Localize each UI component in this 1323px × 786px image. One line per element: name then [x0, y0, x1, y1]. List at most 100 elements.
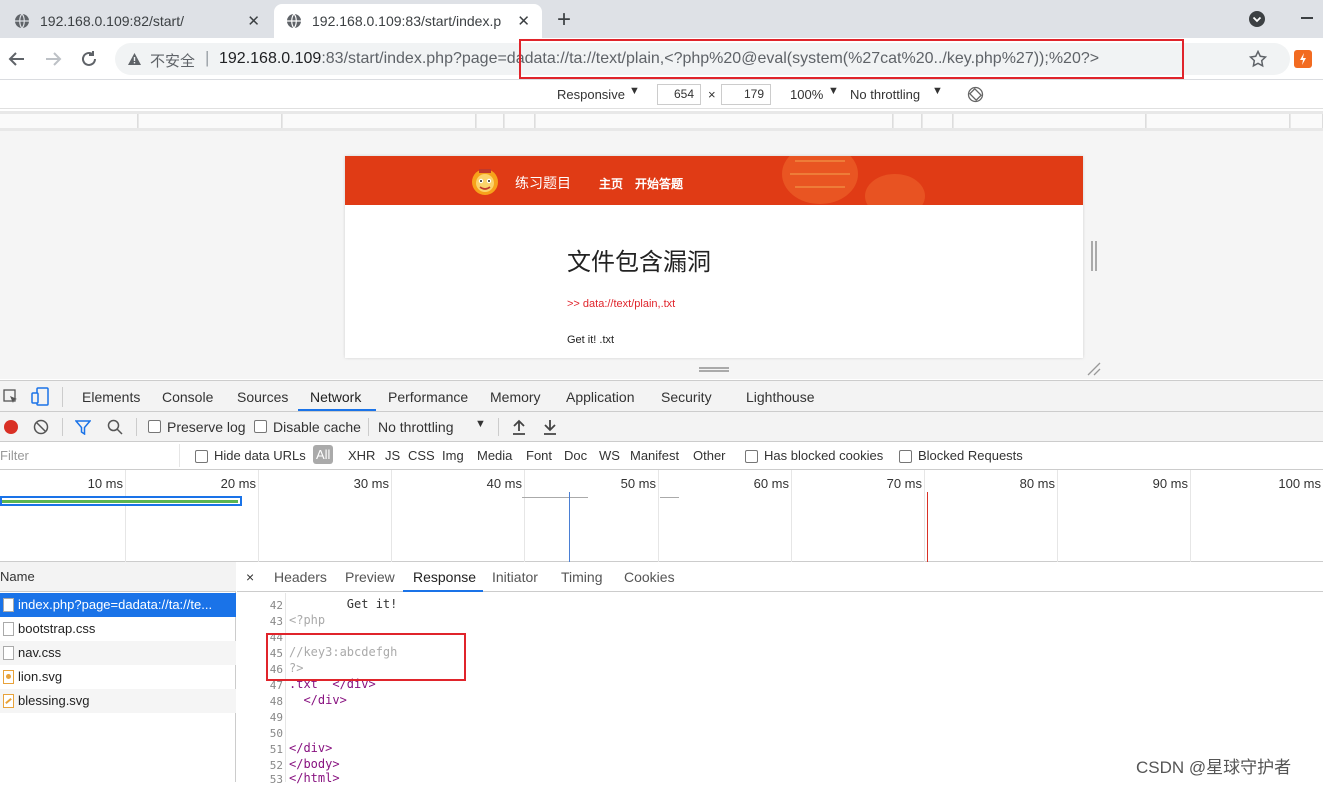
request-row[interactable]: nav.css [0, 641, 236, 665]
tab-lighthouse[interactable]: Lighthouse [746, 389, 815, 405]
resize-handle-right[interactable] [1091, 241, 1097, 271]
tab-preview[interactable]: Preview [345, 569, 395, 585]
ruler-segment[interactable] [1147, 114, 1290, 128]
filter-icon[interactable] [75, 420, 91, 435]
request-bar-selected[interactable] [0, 496, 242, 506]
request-row[interactable]: bootstrap.css [0, 617, 236, 641]
disable-cache-label[interactable]: Disable cache [273, 419, 361, 435]
timeline-gridline [658, 470, 659, 562]
nav-link-start[interactable]: 开始答题 [635, 175, 683, 192]
hide-data-urls-checkbox[interactable] [195, 450, 208, 463]
resize-corner-icon[interactable] [1087, 362, 1101, 376]
tab-response[interactable]: Response [413, 569, 476, 585]
minimize-icon[interactable] [1301, 17, 1313, 19]
toolbar-divider [62, 387, 63, 407]
name-header-label: Name [0, 569, 35, 584]
browser-tab-1[interactable]: 192.168.0.109:82/start/ ✕ [2, 4, 272, 38]
tab-application[interactable]: Application [566, 389, 635, 405]
tab-cookies[interactable]: Cookies [624, 569, 675, 585]
timeline-label: 30 ms [353, 476, 389, 491]
has-blocked-cookies-label[interactable]: Has blocked cookies [764, 448, 883, 463]
blocked-requests-label[interactable]: Blocked Requests [918, 448, 1023, 463]
resize-handle-bottom[interactable] [699, 367, 729, 372]
tab-search-icon[interactable] [1248, 10, 1266, 28]
line-number: 43 [269, 615, 283, 628]
browser-tab-2-active[interactable]: 192.168.0.109:83/start/index.p ✕ [274, 4, 542, 38]
warning-icon[interactable] [127, 52, 142, 66]
line-number: 52 [269, 759, 283, 772]
ruler-segment[interactable] [894, 114, 922, 128]
rotate-icon[interactable] [967, 86, 984, 103]
clear-icon[interactable] [33, 419, 49, 435]
type-filter-doc[interactable]: Doc [564, 448, 587, 463]
device-toggle-icon[interactable] [31, 387, 49, 407]
insecure-label[interactable]: 不安全 [150, 50, 195, 71]
ruler-segment[interactable] [505, 114, 535, 128]
ruler-segment[interactable] [954, 114, 1146, 128]
type-filter-all[interactable]: All [313, 445, 334, 464]
tab-performance[interactable]: Performance [388, 389, 468, 405]
close-tab-icon[interactable]: ✕ [517, 12, 530, 30]
export-har-icon[interactable] [543, 419, 557, 435]
search-icon[interactable] [107, 419, 123, 435]
type-filter-ws[interactable]: WS [599, 448, 620, 463]
new-tab-button[interactable]: + [557, 6, 571, 34]
ruler-segment[interactable] [1291, 114, 1323, 128]
nav-brand-title[interactable]: 练习题目 [515, 173, 571, 193]
tab-timing[interactable]: Timing [561, 569, 603, 585]
inspect-element-icon[interactable] [3, 389, 19, 405]
filter-input[interactable]: Filter [0, 444, 180, 467]
hide-data-urls-label[interactable]: Hide data URLs [214, 448, 306, 463]
tab-console[interactable]: Console [162, 389, 213, 405]
forward-arrow-icon[interactable] [42, 48, 64, 70]
caret-down-icon: ▼ [932, 85, 943, 97]
type-filter-js[interactable]: JS [385, 448, 400, 463]
tab-initiator[interactable]: Initiator [492, 569, 538, 585]
tab-security[interactable]: Security [661, 389, 712, 405]
request-row-selected[interactable]: index.php?page=dadata://ta://te... [0, 593, 236, 617]
network-throttling-select[interactable]: No throttling [378, 419, 453, 435]
type-filter-media[interactable]: Media [477, 448, 512, 463]
type-filter-font[interactable]: Font [526, 448, 552, 463]
tab-elements[interactable]: Elements [82, 389, 140, 405]
type-filter-xhr[interactable]: XHR [348, 448, 375, 463]
width-input[interactable]: 654 [657, 84, 701, 105]
ruler-segment[interactable] [477, 114, 504, 128]
close-panel-icon[interactable]: × [246, 569, 254, 585]
disable-cache-checkbox[interactable] [254, 420, 267, 433]
tab-sources[interactable]: Sources [237, 389, 288, 405]
ruler-segment[interactable] [0, 114, 138, 128]
network-overview-timeline[interactable]: 10 ms 20 ms 30 ms 40 ms 50 ms 60 ms 70 m… [0, 470, 1323, 562]
extension-icon[interactable] [1294, 50, 1312, 68]
name-column-header[interactable]: Name [0, 562, 236, 592]
device-mode-select[interactable]: Responsive [557, 87, 625, 102]
ruler-segment[interactable] [283, 114, 476, 128]
preserve-log-checkbox[interactable] [148, 420, 161, 433]
back-arrow-icon[interactable] [6, 48, 28, 70]
reload-icon[interactable] [78, 48, 100, 70]
tab-memory[interactable]: Memory [490, 389, 541, 405]
record-icon[interactable] [3, 419, 19, 435]
ruler-segment[interactable] [536, 114, 893, 128]
has-blocked-cookies-checkbox[interactable] [745, 450, 758, 463]
type-filter-manifest[interactable]: Manifest [630, 448, 679, 463]
ruler-segment[interactable] [923, 114, 953, 128]
tab-headers[interactable]: Headers [274, 569, 327, 585]
height-input[interactable]: 179 [721, 84, 771, 105]
preserve-log-label[interactable]: Preserve log [167, 419, 246, 435]
tab-network[interactable]: Network [310, 389, 361, 405]
nav-link-home[interactable]: 主页 [599, 175, 623, 192]
close-tab-icon[interactable]: ✕ [247, 12, 260, 30]
request-row[interactable]: lion.svg [0, 665, 236, 689]
hint-link[interactable]: >> data://text/plain,.txt [567, 298, 675, 310]
zoom-select[interactable]: 100% [790, 87, 823, 102]
throttling-select[interactable]: No throttling [850, 87, 920, 102]
type-filter-other[interactable]: Other [693, 448, 726, 463]
ruler-segment[interactable] [139, 114, 282, 128]
blocked-requests-checkbox[interactable] [899, 450, 912, 463]
request-row[interactable]: blessing.svg [0, 689, 236, 713]
type-filter-img[interactable]: Img [442, 448, 464, 463]
bookmark-star-icon[interactable] [1249, 50, 1267, 68]
import-har-icon[interactable] [512, 419, 526, 435]
type-filter-css[interactable]: CSS [408, 448, 435, 463]
